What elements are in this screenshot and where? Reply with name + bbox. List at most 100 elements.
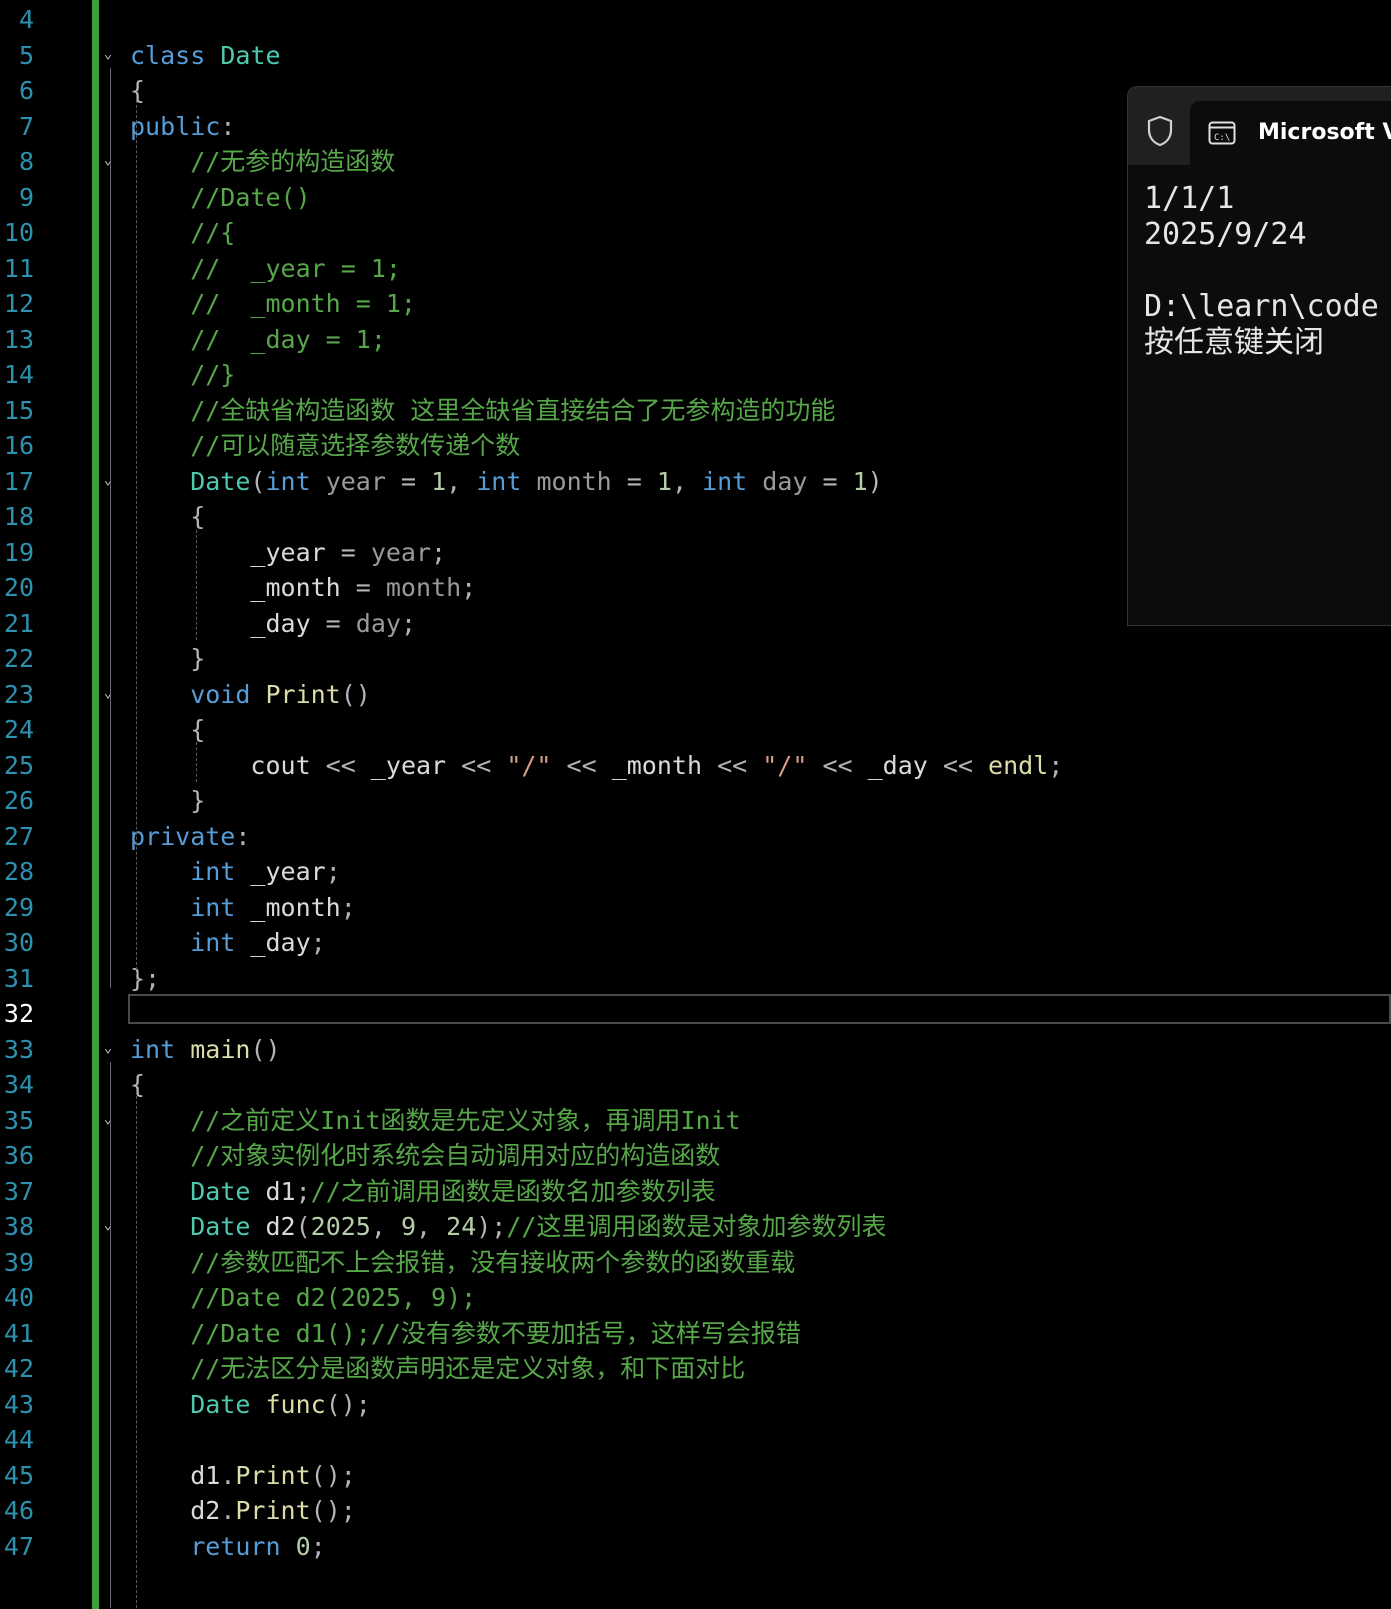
line-number: 45 bbox=[3, 1460, 34, 1490]
code-line[interactable]: 31}; bbox=[0, 961, 1391, 997]
indent-guide bbox=[196, 742, 197, 782]
code-token: << bbox=[807, 750, 868, 780]
code-text: //{ bbox=[130, 215, 235, 251]
code-line[interactable]: 5 ⌄ class Date bbox=[0, 38, 1391, 74]
code-line[interactable]: 25 cout << _year << "/" << _month << "/"… bbox=[0, 748, 1391, 784]
code-line[interactable]: 34 { bbox=[0, 1067, 1391, 1103]
line-number: 15 bbox=[3, 395, 34, 425]
code-token: //} bbox=[130, 360, 236, 389]
code-line[interactable]: 24 { bbox=[0, 712, 1391, 748]
code-token: ; bbox=[310, 1531, 326, 1561]
code-line[interactable]: 22 } bbox=[0, 641, 1391, 677]
line-number: 25 bbox=[3, 750, 34, 780]
code-line[interactable]: 40 //Date d2(2025, 9); bbox=[0, 1280, 1391, 1316]
code-line[interactable]: 26 } bbox=[0, 783, 1391, 819]
console-titlebar[interactable]: C:\ Microsoft Visual Studio 调试控制台 bbox=[1128, 87, 1391, 165]
indent-guide bbox=[136, 1096, 137, 1608]
code-text: //之前定义Init函数是先定义对象，再调用Init bbox=[130, 1103, 741, 1139]
code-text: //参数匹配不上会报错，没有接收两个参数的函数重载 bbox=[130, 1245, 795, 1281]
code-line[interactable]: 28 int _year; bbox=[0, 854, 1391, 890]
code-line[interactable]: 37 Date d1;//之前调用函数是函数名加参数列表 bbox=[0, 1174, 1391, 1210]
code-token: = bbox=[807, 466, 853, 496]
code-text: { bbox=[130, 1067, 145, 1103]
code-token: Date bbox=[220, 40, 281, 70]
console-tab[interactable]: C:\ Microsoft Visual Studio 调试控制台 bbox=[1190, 101, 1391, 165]
code-text: cout << _year << "/" << _month << "/" <<… bbox=[130, 748, 1063, 784]
code-text: class Date bbox=[130, 38, 281, 74]
fold-toggle-icon[interactable]: ⌄ bbox=[101, 473, 115, 487]
debug-console-window[interactable]: C:\ Microsoft Visual Studio 调试控制台 1/1/12… bbox=[1127, 86, 1391, 626]
code-line[interactable]: 38 ⌄ Date d2(2025, 9, 24);//这里调用函数是对象加参数列… bbox=[0, 1209, 1391, 1245]
code-token: 9 bbox=[400, 1212, 417, 1241]
code-token: 1 bbox=[656, 466, 672, 496]
code-line[interactable]: 23 ⌄ void Print() bbox=[0, 677, 1391, 713]
code-text: //Date() bbox=[130, 180, 311, 216]
line-number: 11 bbox=[3, 253, 34, 283]
code-token: int bbox=[702, 466, 763, 496]
code-token: //全缺省构造函数 这里全缺省直接结合了无参构造的功能 bbox=[130, 395, 836, 425]
line-number: 34 bbox=[3, 1070, 34, 1099]
code-line[interactable]: 43 Date func(); bbox=[0, 1387, 1391, 1423]
line-number: 19 bbox=[3, 537, 34, 567]
code-token: private bbox=[130, 821, 236, 851]
code-token: = bbox=[385, 466, 432, 496]
code-token: main bbox=[190, 1034, 251, 1064]
line-number: 21 bbox=[3, 608, 34, 638]
code-text: // _year = 1; bbox=[130, 251, 401, 287]
code-token: 24 bbox=[446, 1212, 477, 1241]
code-token: () bbox=[340, 679, 371, 709]
code-line[interactable]: 33 ⌄ int main() bbox=[0, 1032, 1391, 1068]
line-number: 20 bbox=[3, 573, 34, 602]
code-line[interactable]: 42 //无法区分是函数声明还是定义对象，和下面对比 bbox=[0, 1351, 1391, 1387]
code-line[interactable]: 27 private: bbox=[0, 819, 1391, 855]
code-token: }; bbox=[130, 963, 161, 993]
code-text: } bbox=[130, 783, 205, 819]
code-text: }; bbox=[130, 961, 160, 997]
code-token: = bbox=[325, 537, 371, 567]
code-text: d2.Print(); bbox=[130, 1493, 356, 1529]
code-token: , bbox=[446, 466, 477, 496]
code-token: _day bbox=[867, 750, 928, 780]
code-line[interactable]: 45 d1.Print(); bbox=[0, 1458, 1391, 1494]
code-token: , bbox=[370, 1212, 401, 1241]
code-token: _year bbox=[370, 750, 447, 780]
code-line[interactable]: 29 int _month; bbox=[0, 890, 1391, 926]
code-token: int bbox=[265, 466, 326, 496]
line-number: 24 bbox=[3, 715, 34, 744]
fold-toggle-icon[interactable]: ⌄ bbox=[101, 1112, 115, 1126]
code-token: ( bbox=[250, 466, 266, 496]
line-number: 44 bbox=[3, 1425, 34, 1454]
code-text: int main() bbox=[130, 1032, 281, 1068]
code-token: _month bbox=[611, 750, 703, 780]
line-number: 7 bbox=[18, 111, 34, 141]
code-line[interactable]: 46 d2.Print(); bbox=[0, 1493, 1391, 1529]
code-line[interactable]: 4 bbox=[0, 2, 1391, 38]
code-token: //Date() bbox=[130, 182, 311, 212]
code-line[interactable]: 39 //参数匹配不上会报错，没有接收两个参数的函数重载 bbox=[0, 1245, 1391, 1281]
fold-toggle-icon[interactable]: ⌄ bbox=[101, 1041, 115, 1055]
code-token: // _year = 1; bbox=[130, 253, 401, 283]
code-token: _year bbox=[250, 857, 326, 886]
code-line[interactable]: 30 int _day; bbox=[0, 925, 1391, 961]
code-text: int _month; bbox=[130, 890, 356, 926]
fold-toggle-icon[interactable]: ⌄ bbox=[101, 686, 115, 700]
shield-icon[interactable] bbox=[1146, 115, 1174, 147]
code-token: "/" bbox=[762, 750, 808, 780]
code-line[interactable]: 41 //Date d1();//没有参数不要加括号，这样写会报错 bbox=[0, 1316, 1391, 1352]
line-number: 26 bbox=[3, 786, 34, 815]
fold-toggle-icon[interactable]: ⌄ bbox=[101, 153, 115, 167]
code-text: _month = month; bbox=[130, 570, 476, 606]
terminal-icon: C:\ bbox=[1208, 121, 1236, 145]
fold-toggle-icon[interactable]: ⌄ bbox=[101, 47, 115, 61]
line-number: 42 bbox=[3, 1354, 34, 1383]
fold-toggle-icon[interactable]: ⌄ bbox=[101, 1218, 115, 1232]
code-token: Print bbox=[265, 679, 341, 709]
code-token: 2025 bbox=[310, 1212, 371, 1241]
code-line[interactable]: 44 bbox=[0, 1422, 1391, 1458]
code-line[interactable]: 36 //对象实例化时系统会自动调用对应的构造函数 bbox=[0, 1138, 1391, 1174]
code-token: class bbox=[130, 40, 221, 70]
code-line[interactable]: 35 ⌄ //之前定义Init函数是先定义对象，再调用Init bbox=[0, 1103, 1391, 1139]
code-line[interactable]: 47 return 0; bbox=[0, 1529, 1391, 1565]
code-token: = bbox=[611, 466, 657, 496]
code-token: Date bbox=[130, 1389, 266, 1419]
